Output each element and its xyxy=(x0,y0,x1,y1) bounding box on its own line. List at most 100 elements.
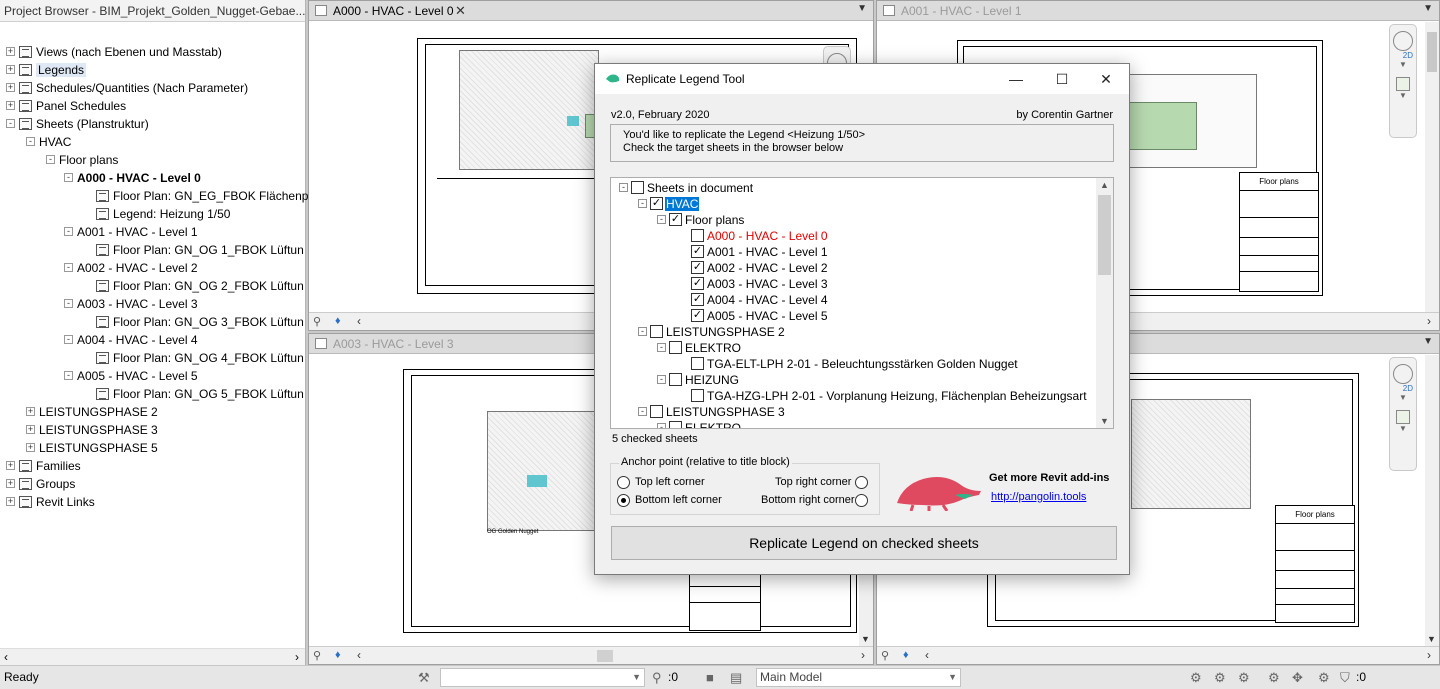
collapse-icon[interactable]: - xyxy=(64,227,73,237)
project-browser-item[interactable]: + LEISTUNGSPHASE 3 xyxy=(26,420,158,438)
collapse-icon[interactable]: - xyxy=(657,375,666,385)
workset-select[interactable]: ▼ xyxy=(440,668,645,687)
navigation-bar[interactable]: 2D ▼ ▼ xyxy=(1389,357,1417,471)
project-browser-item[interactable]: + Legends xyxy=(6,60,87,78)
tree-node[interactable]: - ELEKTRO xyxy=(657,419,742,428)
collapse-icon[interactable]: - xyxy=(64,263,73,273)
tree-node-label[interactable]: LEISTUNGSPHASE 3 xyxy=(665,405,786,419)
scroll-right-icon[interactable]: › xyxy=(1427,314,1431,328)
scroll-thumb[interactable] xyxy=(1098,195,1111,275)
replicate-legend-button[interactable]: Replicate Legend on checked sheets xyxy=(611,526,1117,560)
scroll-right-icon[interactable]: › xyxy=(1427,648,1431,662)
tree-node-label[interactable]: A001 - HVAC - Level 1 xyxy=(706,245,829,259)
tree-node[interactable]: - ELEKTRO xyxy=(657,339,742,355)
project-browser-hscroll[interactable]: ‹ › xyxy=(0,648,305,665)
collapse-icon[interactable]: - xyxy=(638,199,647,209)
select-underlay-icon[interactable]: ⚙ xyxy=(1214,670,1226,686)
tree-checkbox[interactable]: ✓ xyxy=(669,213,682,227)
view-tab-a000[interactable]: A000 - HVAC - Level 0 ✕ ▼ xyxy=(309,1,873,21)
collapse-icon[interactable]: - xyxy=(657,215,666,225)
project-browser-item[interactable]: Floor Plan: GN_OG 3_FBOK Lüftun xyxy=(82,312,304,330)
collapse-icon[interactable]: - xyxy=(64,299,73,309)
scroll-right-icon[interactable]: › xyxy=(295,650,299,664)
collapse-icon[interactable]: - xyxy=(64,371,73,381)
tree-checkbox[interactable] xyxy=(669,421,682,428)
expand-icon[interactable]: + xyxy=(6,497,15,507)
worksets-icon[interactable]: ⚒ xyxy=(418,670,430,686)
tree-checkbox[interactable]: ✓ xyxy=(691,261,704,275)
view-vscroll[interactable] xyxy=(1425,22,1439,312)
tree-node[interactable]: - LEISTUNGSPHASE 2 xyxy=(638,323,786,339)
tree-node-label[interactable]: A004 - HVAC - Level 4 xyxy=(706,293,829,307)
tree-node[interactable]: - ✓ Floor plans xyxy=(657,211,745,227)
tree-node[interactable]: ✓ A003 - HVAC - Level 3 xyxy=(678,275,829,291)
editable-only-icon[interactable]: ■ xyxy=(706,670,714,685)
anchor-top-left-label[interactable]: Top left corner xyxy=(635,476,705,488)
close-icon[interactable]: ✕ xyxy=(455,3,466,19)
tree-node[interactable]: TGA-HZG-LPH 2-01 - Vorplanung Heizung, F… xyxy=(678,387,1088,403)
project-browser-item[interactable]: + LEISTUNGSPHASE 2 xyxy=(26,402,158,420)
scroll-down-icon[interactable]: ▼ xyxy=(861,634,870,644)
sheet-tree[interactable]: - Sheets in document - ✓ HVAC - ✓ Floor plans A0… xyxy=(610,177,1114,429)
show-hide-icon[interactable]: ⚲ xyxy=(313,649,321,662)
tree-checkbox[interactable]: ✓ xyxy=(650,197,663,211)
collapse-icon[interactable]: - xyxy=(64,173,73,183)
tree-node[interactable]: - Sheets in document xyxy=(619,179,754,195)
tree-node-label[interactable]: ELEKTRO xyxy=(684,341,742,355)
zoom-icon[interactable] xyxy=(1396,410,1410,424)
scroll-left-icon[interactable]: ‹ xyxy=(357,314,361,328)
anchor-top-right-radio[interactable] xyxy=(855,476,868,489)
hscroll-thumb[interactable] xyxy=(597,650,613,662)
tree-checkbox[interactable]: ✓ xyxy=(691,277,704,291)
tree-node[interactable]: - LEISTUNGSPHASE 3 xyxy=(638,403,786,419)
collapse-icon[interactable]: - xyxy=(6,119,15,129)
background-process-icon[interactable]: ⚙ xyxy=(1318,670,1330,686)
project-browser-item[interactable]: - Sheets (Planstruktur) xyxy=(6,114,149,132)
project-browser-item[interactable]: Floor Plan: GN_OG 4_FBOK Lüftun xyxy=(82,348,304,366)
tree-node-label[interactable]: A002 - HVAC - Level 2 xyxy=(706,261,829,275)
filter-icon[interactable]: ⚲ xyxy=(652,670,662,686)
project-browser-item[interactable]: - HVAC xyxy=(26,132,71,150)
expand-icon[interactable]: + xyxy=(6,47,15,57)
project-browser-item[interactable]: + Families xyxy=(6,456,81,474)
project-browser-item[interactable]: - A000 - HVAC - Level 0 xyxy=(64,168,201,186)
tree-node[interactable]: - ✓ HVAC xyxy=(638,195,700,211)
select-pinned-icon[interactable]: ⚙ xyxy=(1238,670,1250,686)
tree-node-label[interactable]: A003 - HVAC - Level 3 xyxy=(706,277,829,291)
tree-node[interactable]: ✓ A001 - HVAC - Level 1 xyxy=(678,243,829,259)
collapse-icon[interactable]: - xyxy=(26,137,35,147)
collapse-icon[interactable]: - xyxy=(64,335,73,345)
tree-node[interactable]: TGA-ELT-LPH 2-01 - Beleuchtungsstärken G… xyxy=(678,355,1019,371)
tree-node[interactable]: ✓ A004 - HVAC - Level 4 xyxy=(678,291,829,307)
project-browser-item[interactable]: Floor Plan: GN_OG 2_FBOK Lüftun xyxy=(82,276,304,294)
collapse-icon[interactable]: - xyxy=(657,343,666,353)
scroll-left-icon[interactable]: ‹ xyxy=(925,648,929,662)
design-option-select[interactable]: Main Model ▼ xyxy=(756,668,961,687)
close-button[interactable]: ✕ xyxy=(1083,64,1129,94)
anchor-bottom-left-label[interactable]: Bottom left corner xyxy=(635,494,722,506)
show-hide-icon[interactable]: ⚲ xyxy=(313,315,321,328)
expand-icon[interactable]: + xyxy=(6,101,15,111)
tree-checkbox[interactable]: ✓ xyxy=(691,245,704,259)
project-browser-item[interactable]: - A001 - HVAC - Level 1 xyxy=(64,222,198,240)
tree-node-label[interactable]: TGA-ELT-LPH 2-01 - Beleuchtungsstärken G… xyxy=(706,357,1019,371)
collapse-icon[interactable]: - xyxy=(657,423,666,428)
tree-node-label[interactable]: Floor plans xyxy=(684,213,745,227)
project-browser-item[interactable]: + Views (nach Ebenen und Masstab) xyxy=(6,42,222,60)
select-links-icon[interactable]: ⚙ xyxy=(1190,670,1202,686)
zoom-icon[interactable] xyxy=(1396,77,1410,91)
tree-node-label[interactable]: ELEKTRO xyxy=(684,421,742,428)
expand-icon[interactable]: + xyxy=(6,83,15,93)
project-browser-item[interactable]: Floor Plan: GN_OG 1_FBOK Lüftun xyxy=(82,240,304,258)
scroll-down-icon[interactable]: ▼ xyxy=(1100,416,1109,426)
project-browser-item[interactable]: + Schedules/Quantities (Nach Parameter) xyxy=(6,78,248,96)
project-browser-item[interactable]: - A004 - HVAC - Level 4 xyxy=(64,330,198,348)
tree-node[interactable]: - HEIZUNG xyxy=(657,371,740,387)
navigation-bar[interactable]: 2D ▼ ▼ xyxy=(1389,24,1417,138)
anchor-bottom-right-label[interactable]: Bottom right corner xyxy=(761,494,855,506)
temporary-hide-icon[interactable]: ♦ xyxy=(335,649,341,661)
minimize-button[interactable]: — xyxy=(993,64,1039,94)
anchor-top-left-radio[interactable] xyxy=(617,476,630,489)
project-browser-item[interactable]: - A005 - HVAC - Level 5 xyxy=(64,366,198,384)
project-browser-item[interactable]: - Floor plans xyxy=(46,150,118,168)
